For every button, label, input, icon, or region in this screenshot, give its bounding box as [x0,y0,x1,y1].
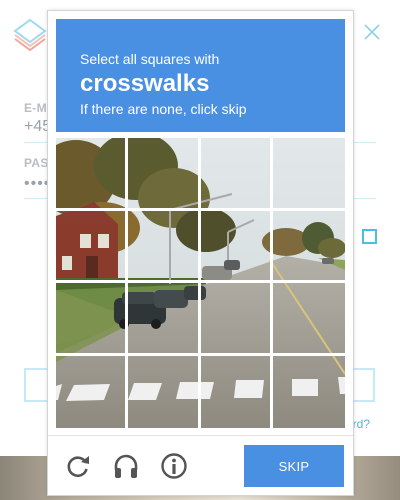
login-button-right-edge[interactable] [354,368,375,402]
password-underline-right [352,198,376,199]
captcha-tile-4[interactable] [272,138,345,211]
captcha-image-grid [56,138,345,428]
email-underline [24,142,47,143]
captcha-tile-3[interactable] [200,138,273,211]
captcha-tile-7[interactable] [200,210,273,283]
password-underline [24,198,47,199]
captcha-target: crosswalks [80,70,210,97]
captcha-header: Select all squares with crosswalks If th… [56,19,345,132]
captcha-tile-6[interactable] [128,210,201,283]
captcha-tile-9[interactable] [56,283,129,356]
close-icon[interactable] [362,22,382,42]
captcha-tile-8[interactable] [272,211,345,283]
captcha-tile-2[interactable] [128,138,201,211]
captcha-instruction: Select all squares with [80,51,220,67]
refresh-icon[interactable] [64,452,92,480]
email-label: E-MA [24,101,47,115]
captcha-tiles [56,138,345,428]
captcha-tile-14[interactable] [128,355,201,428]
remember-checkbox[interactable] [362,229,377,244]
captcha-tile-11[interactable] [200,283,273,356]
password-label: PASS [24,156,47,170]
captcha-dialog: Select all squares with crosswalks If th… [47,10,354,496]
captcha-tile-16[interactable] [273,356,345,429]
captcha-tile-13[interactable] [56,355,129,428]
email-field[interactable]: +45 [24,118,47,136]
captcha-tile-12[interactable] [272,283,345,356]
captcha-tile-1[interactable] [56,138,129,211]
login-button-left-edge[interactable] [24,368,47,402]
headphones-icon[interactable] [112,452,140,480]
skip-button[interactable]: SKIP [244,445,344,487]
captcha-tile-5[interactable] [56,210,129,283]
login-page: E-MA +45 PASS •••• ord? Select all squar… [0,0,400,500]
password-field[interactable]: •••• [24,175,47,193]
info-icon[interactable] [160,452,188,480]
footer-divider [48,435,353,436]
captcha-hint: If there are none, click skip [80,101,247,117]
captcha-tile-10[interactable] [128,283,201,356]
logo-icon [13,18,47,52]
captcha-tile-15[interactable] [201,355,273,428]
email-underline-right [352,142,376,143]
